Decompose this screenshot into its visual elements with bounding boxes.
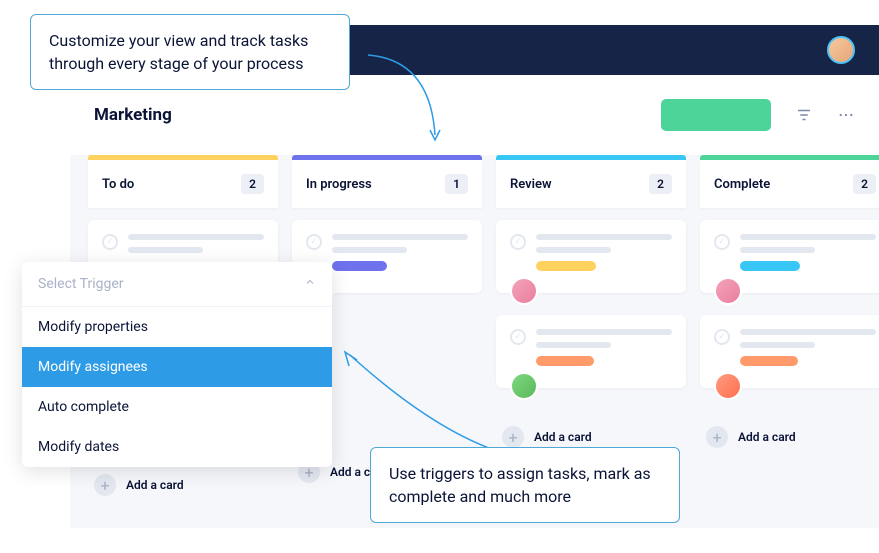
board-title: Marketing (94, 105, 172, 125)
dropdown-header-label: Select Trigger (38, 276, 124, 292)
task-card[interactable] (496, 315, 686, 388)
check-icon[interactable] (510, 329, 526, 345)
column-header[interactable]: Review 2 (496, 160, 686, 208)
placeholder-line (332, 247, 407, 253)
placeholder-line (536, 342, 611, 348)
callout-triggers: Use triggers to assign tasks, mark as co… (370, 447, 680, 523)
header-actions (661, 99, 855, 131)
column-title: In progress (306, 177, 372, 192)
column-complete: Complete 2 (700, 155, 879, 504)
task-card[interactable] (700, 220, 879, 293)
add-card-label: Add a card (534, 430, 592, 444)
column-title: Complete (714, 177, 770, 192)
dropdown-item-modify-properties[interactable]: Modify properties (22, 307, 332, 347)
trigger-dropdown[interactable]: Select Trigger Modify properties Modify … (22, 262, 332, 467)
column-title: Review (510, 177, 552, 192)
column-count: 2 (649, 174, 672, 194)
assignee-avatar[interactable] (510, 277, 538, 305)
placeholder-line (536, 247, 611, 253)
column-header[interactable]: To do 2 (88, 160, 278, 208)
add-card-label: Add a card (126, 478, 184, 492)
assignee-avatar[interactable] (714, 372, 742, 400)
assignee-avatar[interactable] (510, 372, 538, 400)
placeholder-line (536, 329, 672, 335)
check-icon[interactable] (102, 234, 118, 250)
callout-customize-view: Customize your view and track tasks thro… (30, 14, 350, 90)
primary-action-button[interactable] (661, 99, 771, 131)
plus-icon: + (502, 426, 524, 448)
plus-icon: + (94, 474, 116, 496)
column-header[interactable]: Complete 2 (700, 160, 879, 208)
column-count: 2 (853, 174, 876, 194)
check-icon[interactable] (306, 234, 322, 250)
add-card-button[interactable]: + Add a card (700, 418, 879, 456)
dropdown-item-label: Modify dates (38, 439, 119, 455)
placeholder-line (128, 247, 203, 253)
check-icon[interactable] (714, 329, 730, 345)
callout-text: Customize your view and track tasks thro… (49, 31, 308, 73)
placeholder-line (128, 234, 264, 240)
placeholder-line (740, 234, 876, 240)
user-avatar[interactable] (827, 36, 855, 64)
dropdown-item-label: Modify assignees (38, 359, 148, 375)
check-icon[interactable] (510, 234, 526, 250)
task-card[interactable] (700, 315, 879, 388)
column-count: 2 (241, 174, 264, 194)
column-header[interactable]: In progress 1 (292, 160, 482, 208)
card-tag (332, 261, 387, 271)
card-tag (740, 356, 798, 366)
filter-icon[interactable] (795, 106, 813, 124)
placeholder-line (332, 234, 468, 240)
check-icon[interactable] (714, 234, 730, 250)
placeholder-line (740, 342, 815, 348)
card-tag (536, 261, 596, 271)
chevron-up-icon (304, 276, 316, 292)
column-title: To do (102, 177, 134, 192)
add-card-label: Add a card (738, 430, 796, 444)
assignee-avatar[interactable] (714, 277, 742, 305)
column-count: 1 (445, 174, 468, 194)
dropdown-header[interactable]: Select Trigger (22, 262, 332, 307)
dropdown-item-label: Modify properties (38, 319, 148, 335)
dropdown-item-auto-complete[interactable]: Auto complete (22, 387, 332, 427)
card-tag (536, 356, 594, 366)
placeholder-line (740, 247, 815, 253)
task-card[interactable] (496, 220, 686, 293)
dropdown-item-modify-dates[interactable]: Modify dates (22, 427, 332, 467)
placeholder-line (536, 234, 672, 240)
add-card-button[interactable]: + Add a card (88, 466, 278, 504)
more-icon[interactable] (837, 106, 855, 124)
callout-text: Use triggers to assign tasks, mark as co… (389, 464, 651, 506)
dropdown-item-label: Auto complete (38, 399, 129, 415)
card-tag (740, 261, 800, 271)
placeholder-line (740, 329, 876, 335)
plus-icon: + (706, 426, 728, 448)
dropdown-item-modify-assignees[interactable]: Modify assignees (22, 347, 332, 387)
